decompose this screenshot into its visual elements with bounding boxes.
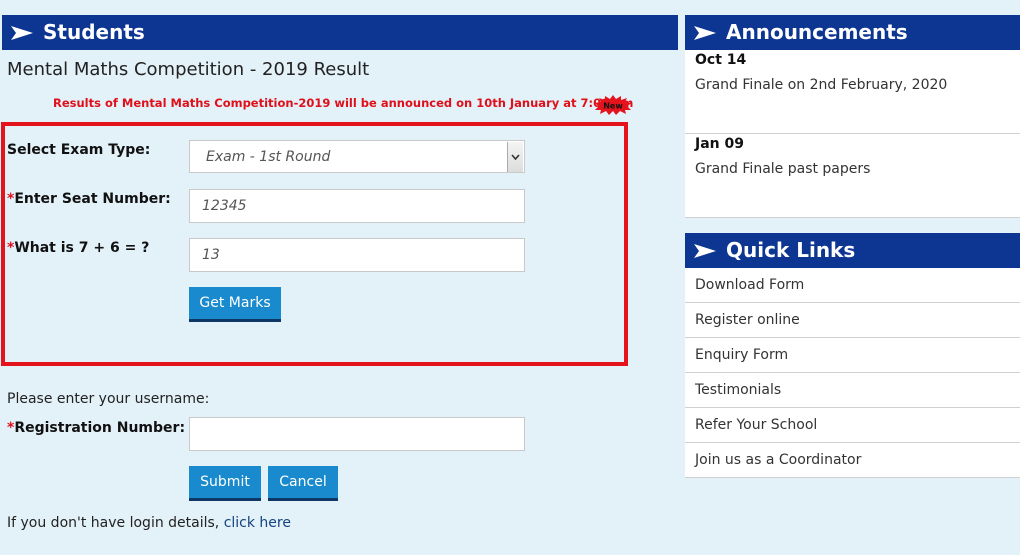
seat-number-label: *Enter Seat Number: [7,191,171,207]
quick-link-testimonials[interactable]: Testimonials [685,373,1020,408]
captcha-label: *What is 7 + 6 = ? [7,240,150,256]
announcements-header-title: Announcements [726,20,908,44]
registration-number-input[interactable] [189,417,525,451]
announcements-panel: Oct 14 Grand Finale on 2nd February, 202… [685,50,1020,218]
cancel-button[interactable]: Cancel [268,466,338,501]
click-here-link[interactable]: click here [224,515,291,531]
new-badge-label: New [603,102,623,111]
no-login-text: If you don't have login details, click h… [7,515,291,531]
get-marks-button[interactable]: Get Marks [189,287,281,322]
new-starburst-icon: New [594,95,632,115]
announcement-text[interactable]: Grand Finale past papers [695,161,870,177]
announcement-text[interactable]: Grand Finale on 2nd February, 2020 [695,77,947,93]
quick-link-register-online[interactable]: Register online [685,303,1020,338]
exam-type-select[interactable]: Exam - 1st Round [189,140,525,173]
quick-links-header: Quick Links [685,233,1020,268]
students-header-title: Students [43,20,145,44]
page-title: Mental Maths Competition - 2019 Result [7,59,370,80]
announcements-header: Announcements [685,15,1020,50]
announcement-item[interactable]: Jan 09 Grand Finale past papers [685,134,1020,218]
quick-links-panel: Download Form Register online Enquiry Fo… [685,268,1020,478]
submit-button[interactable]: Submit [189,466,261,501]
quick-links-header-title: Quick Links [726,238,856,262]
seat-number-input[interactable]: 12345 [189,189,525,223]
registration-number-label: *Registration Number: [7,420,186,436]
chevron-down-icon[interactable] [507,142,523,172]
captcha-input[interactable]: 13 [189,238,525,272]
students-header: Students [2,15,678,50]
announcement-date: Jan 09 [695,136,744,152]
quick-link-coordinator[interactable]: Join us as a Coordinator [685,443,1020,478]
username-prompt: Please enter your username: [7,391,210,407]
result-notice: Results of Mental Maths Competition-2019… [53,96,634,110]
announcement-date: Oct 14 [695,52,747,68]
arrow-icon [694,244,716,258]
quick-link-download-form[interactable]: Download Form [685,268,1020,303]
quick-link-enquiry-form[interactable]: Enquiry Form [685,338,1020,373]
exam-type-label: Select Exam Type: [7,142,151,158]
quick-link-refer-school[interactable]: Refer Your School [685,408,1020,443]
arrow-icon [11,26,33,40]
arrow-icon [694,26,716,40]
exam-type-value: Exam - 1st Round [206,149,331,165]
announcement-item[interactable]: Oct 14 Grand Finale on 2nd February, 202… [685,50,1020,134]
